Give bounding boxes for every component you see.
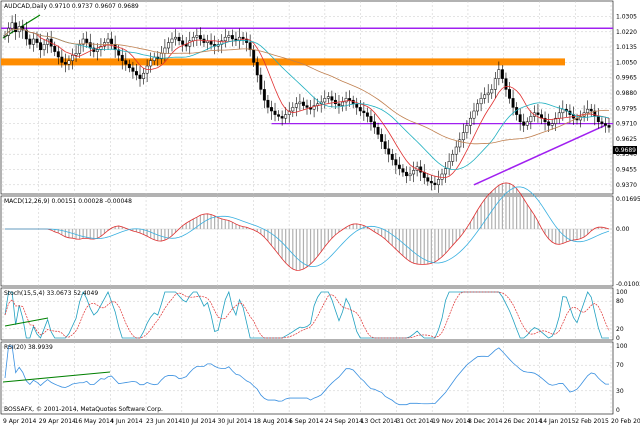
- date-tick-label: 13 Oct 2014: [361, 418, 398, 425]
- price-tick-label: 0.9795: [616, 105, 637, 112]
- stoch-tick-label: 100: [616, 289, 628, 296]
- chart-canvas[interactable]: 1.0305 1.0220 1.0135 1.0050 0.9965 0.9880 0.97…: [0, 0, 640, 426]
- date-tick-label: 10 Jul 2014: [182, 418, 216, 425]
- rsi-tick-label: 30: [616, 388, 624, 395]
- date-tick-label: 8 Dec 2014: [468, 418, 503, 425]
- price-tick-label: 0.9880: [616, 90, 637, 97]
- date-tick-label: 19 Nov 2014: [432, 418, 471, 425]
- date-tick-label: 23 Jun 2014: [146, 418, 182, 425]
- rsi-tick-label: 70: [616, 362, 624, 369]
- date-tick-label: 2 Feb 2015: [575, 418, 609, 425]
- copyright-text: BOSSAFX, © 2001-2014, MetaQuotes Softwar…: [4, 406, 163, 413]
- main-price-panel[interactable]: [0, 0, 614, 195]
- date-tick-label: 26 Dec 2014: [504, 418, 543, 425]
- stoch-title: Stoch(15,5,4) 33.0673 52.4049: [4, 290, 98, 297]
- date-tick-label: 20 Feb 2015: [611, 418, 640, 425]
- rsi-tick-label: 100: [616, 343, 628, 350]
- date-tick-label: 24 Sep 2014: [325, 418, 363, 425]
- support-zone[interactable]: [1, 58, 565, 66]
- date-tick-label: 4 Jun 2014: [110, 418, 142, 425]
- date-tick-label: 29 Apr 2014: [39, 418, 76, 425]
- date-tick-label: 30 Jul 2014: [218, 418, 252, 425]
- date-tick-label: 5 Sep 2014: [289, 418, 323, 425]
- rsi-title: RSI(20) 38.9939: [4, 344, 53, 351]
- price-tick-label: 0.9965: [616, 75, 637, 82]
- price-tick-label: 1.0135: [616, 44, 637, 51]
- macd-title: MACD(12,26,9) 0.00151 0.00028 -0.00048: [4, 198, 132, 205]
- date-tick-label: 9 Apr 2014: [3, 418, 36, 425]
- macd-tick-label: -0.01003: [616, 281, 640, 288]
- price-tick-label: 1.0305: [616, 14, 637, 21]
- rsi-panel[interactable]: [0, 341, 614, 415]
- macd-tick-label: 0.00: [616, 226, 630, 233]
- macd-tick-label: 0.01695: [616, 196, 640, 203]
- price-tick-label: 0.9625: [616, 136, 637, 143]
- main-title: AUDCAD,Daily 0.9710 0.9737 0.9607 0.9689: [4, 3, 139, 10]
- stoch-tick-label: 0: [616, 335, 620, 342]
- price-tick-label: 1.0050: [616, 59, 637, 66]
- date-tick-label: 18 Aug 2014: [253, 418, 292, 425]
- price-tick-label: 0.9370: [616, 182, 637, 189]
- date-tick-label: 31 Oct 2014: [396, 418, 433, 425]
- date-tick-label: 14 Jan 2015: [539, 418, 575, 425]
- price-tick-label: 0.9455: [616, 167, 637, 174]
- price-tick-label: 1.0220: [616, 29, 637, 36]
- stoch-tick-label: 20: [616, 326, 624, 333]
- current-price-label: 0.9689: [615, 147, 636, 154]
- stoch-tick-label: 80: [616, 298, 624, 305]
- date-tick-label: 16 May 2014: [75, 418, 114, 425]
- rsi-tick-label: 0: [616, 407, 620, 414]
- price-tick-label: 0.9710: [616, 121, 637, 128]
